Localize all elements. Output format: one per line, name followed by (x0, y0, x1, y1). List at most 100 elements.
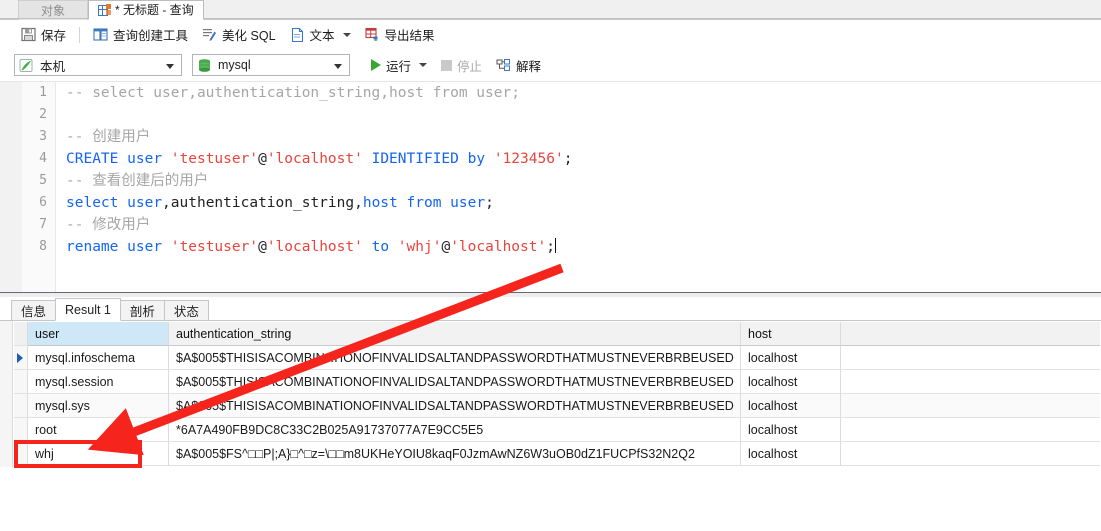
query-builder-button[interactable]: 查询创建工具 (86, 24, 195, 46)
row-marker[interactable] (14, 418, 28, 442)
table-row[interactable]: mysql.infoschema $A$005$THISISACOMBINATIO… (14, 346, 1101, 370)
cell-user[interactable]: mysql.sys (28, 394, 169, 418)
code-token: '123456' (493, 151, 564, 167)
cell-user-text: mysql.infoschema (35, 350, 136, 365)
code-token: 'whj' (397, 239, 442, 255)
stop-icon (441, 59, 453, 71)
result-tab-3[interactable]: 剖析 (119, 300, 165, 321)
table-row[interactable]: mysql.session $A$005$THISISACOMBINATIONOF… (14, 370, 1101, 394)
code-token: rename (66, 239, 119, 255)
cell-host[interactable]: localhost (741, 370, 841, 394)
cell-host[interactable]: localhost (741, 394, 841, 418)
text-cursor (554, 238, 556, 253)
cell-user[interactable]: mysql.infoschema (28, 346, 169, 370)
editor-gutter: 1 2 3 4 5 6 7 8 (0, 82, 56, 293)
connection-select[interactable]: 本机 (14, 54, 182, 76)
chevron-down-icon[interactable] (342, 32, 351, 37)
cell-filler (841, 394, 1100, 418)
column-header-host[interactable]: host (741, 322, 841, 346)
result-tab-1[interactable]: 信息 (11, 300, 57, 321)
cell-authentication-string[interactable]: *6A7A490FB9DC8C33C2B025A91737077A7E9CC5E… (169, 418, 741, 442)
code-token: @ (258, 239, 267, 255)
cell-authentication-string-text: $A$005$THISISACOMBINATIONOFINVALIDSALTAN… (176, 374, 734, 389)
code-token: user (127, 151, 163, 167)
code-token: authentication_string (170, 195, 355, 211)
chevron-down-icon[interactable] (334, 64, 342, 69)
table-row[interactable]: whj $A$005$FS^□□P|;A}□^□z=\□□m8UKHeYOIU8k… (14, 442, 1101, 466)
cell-filler (841, 370, 1100, 394)
cell-host[interactable]: localhost (741, 442, 841, 466)
code-token: @ (258, 151, 267, 167)
result-tab-label: Result 1 (65, 302, 111, 317)
code-token: @ (441, 239, 451, 255)
result-tab-2[interactable]: Result 1 (55, 298, 121, 321)
code-token: user (450, 195, 486, 211)
cell-user[interactable]: mysql.session (28, 370, 169, 394)
stop-button[interactable]: 停止 (434, 54, 489, 76)
export-result-button-label: 导出结果 (384, 29, 435, 43)
code-token: CREATE (66, 151, 119, 167)
chevron-down-icon[interactable] (419, 63, 428, 67)
column-header-host-text: host (748, 326, 772, 341)
code-token: user (127, 195, 163, 211)
cell-authentication-string-text: $A$005$THISISACOMBINATIONOFINVALIDSALTAN… (176, 350, 734, 365)
line-number: 3 (39, 129, 47, 144)
toolbar-separator (79, 26, 81, 43)
row-marker[interactable] (14, 346, 28, 370)
result-grid[interactable]: user authentication_string host mysql.infos… (14, 322, 1101, 467)
cell-authentication-string-text: $A$005$THISISACOMBINATIONOFINVALIDSALTAN… (176, 398, 734, 413)
main-toolbar: 保存 查询创建工具 美化 SQL 文本 导出结果 (0, 21, 1101, 48)
cell-host[interactable]: localhost (741, 418, 841, 442)
explain-button[interactable]: 解释 (489, 54, 548, 76)
column-header-authentication_string[interactable]: authentication_string (169, 322, 741, 346)
cell-authentication-string[interactable]: $A$005$FS^□□P|;A}□^□z=\□□m8UKHeYOIU8kaqF… (169, 442, 741, 466)
cell-host-text: localhost (748, 398, 798, 413)
explain-icon (496, 58, 511, 73)
row-marker[interactable] (14, 394, 28, 418)
editor-code-area[interactable]: -- select user,authentication_string,hos… (66, 82, 1101, 293)
code-line: rename user 'testuser'@'localhost' to 'w… (66, 236, 1101, 258)
beautify-sql-button-label: 美化 SQL (222, 29, 276, 43)
result-tab-4[interactable]: 状态 (163, 300, 209, 321)
cell-authentication-string[interactable]: $A$005$THISISACOMBINATIONOFINVALIDSALTAN… (169, 370, 741, 394)
line-number: 8 (39, 239, 47, 254)
text-format-button[interactable]: 文本 (283, 24, 358, 46)
line-number: 6 (39, 195, 47, 210)
cell-user-text: mysql.session (35, 374, 114, 389)
code-token: select (66, 195, 119, 211)
code-line: CREATE user 'testuser'@'localhost' IDENT… (66, 148, 1101, 170)
sql-editor[interactable]: 1 2 3 4 5 6 7 8 -- select user,authentication_s… (0, 81, 1101, 374)
row-marker-header (14, 322, 28, 346)
line-number: 1 (39, 85, 47, 100)
row-marker[interactable] (14, 370, 28, 394)
chevron-down-icon[interactable] (166, 64, 174, 69)
beautify-sql-button[interactable]: 美化 SQL (195, 24, 283, 46)
code-token: -- select user,authentication_string,hos… (66, 85, 520, 101)
code-line: -- 查看创建后的用户 (66, 170, 1101, 192)
database-select[interactable]: mysql (192, 54, 350, 76)
cell-authentication-string[interactable]: $A$005$THISISACOMBINATIONOFINVALIDSALTAN… (169, 394, 741, 418)
tab-objects[interactable]: 对象 (18, 0, 88, 20)
code-token: host (362, 195, 398, 211)
cell-authentication-string[interactable]: $A$005$THISISACOMBINATIONOFINVALIDSALTAN… (169, 346, 741, 370)
run-button[interactable]: 运行 (364, 54, 434, 76)
code-token: by (467, 151, 486, 167)
save-button[interactable]: 保存 (14, 24, 73, 46)
cell-user[interactable]: root (28, 418, 169, 442)
table-row[interactable]: root *6A7A490FB9DC8C33C2B025A91737077A7E9… (14, 418, 1101, 442)
table-row[interactable]: mysql.sys $A$005$THISISACOMBINATIONOFINVA… (14, 394, 1101, 418)
column-header-user[interactable]: user (28, 322, 169, 346)
code-token: to (371, 239, 390, 255)
export-result-button[interactable]: 导出结果 (358, 24, 442, 46)
text-icon (290, 27, 305, 43)
cell-host[interactable]: localhost (741, 346, 841, 370)
tab-query-untitled[interactable]: * 无标题 - 查询 (88, 0, 204, 20)
cell-host-text: localhost (748, 350, 798, 365)
